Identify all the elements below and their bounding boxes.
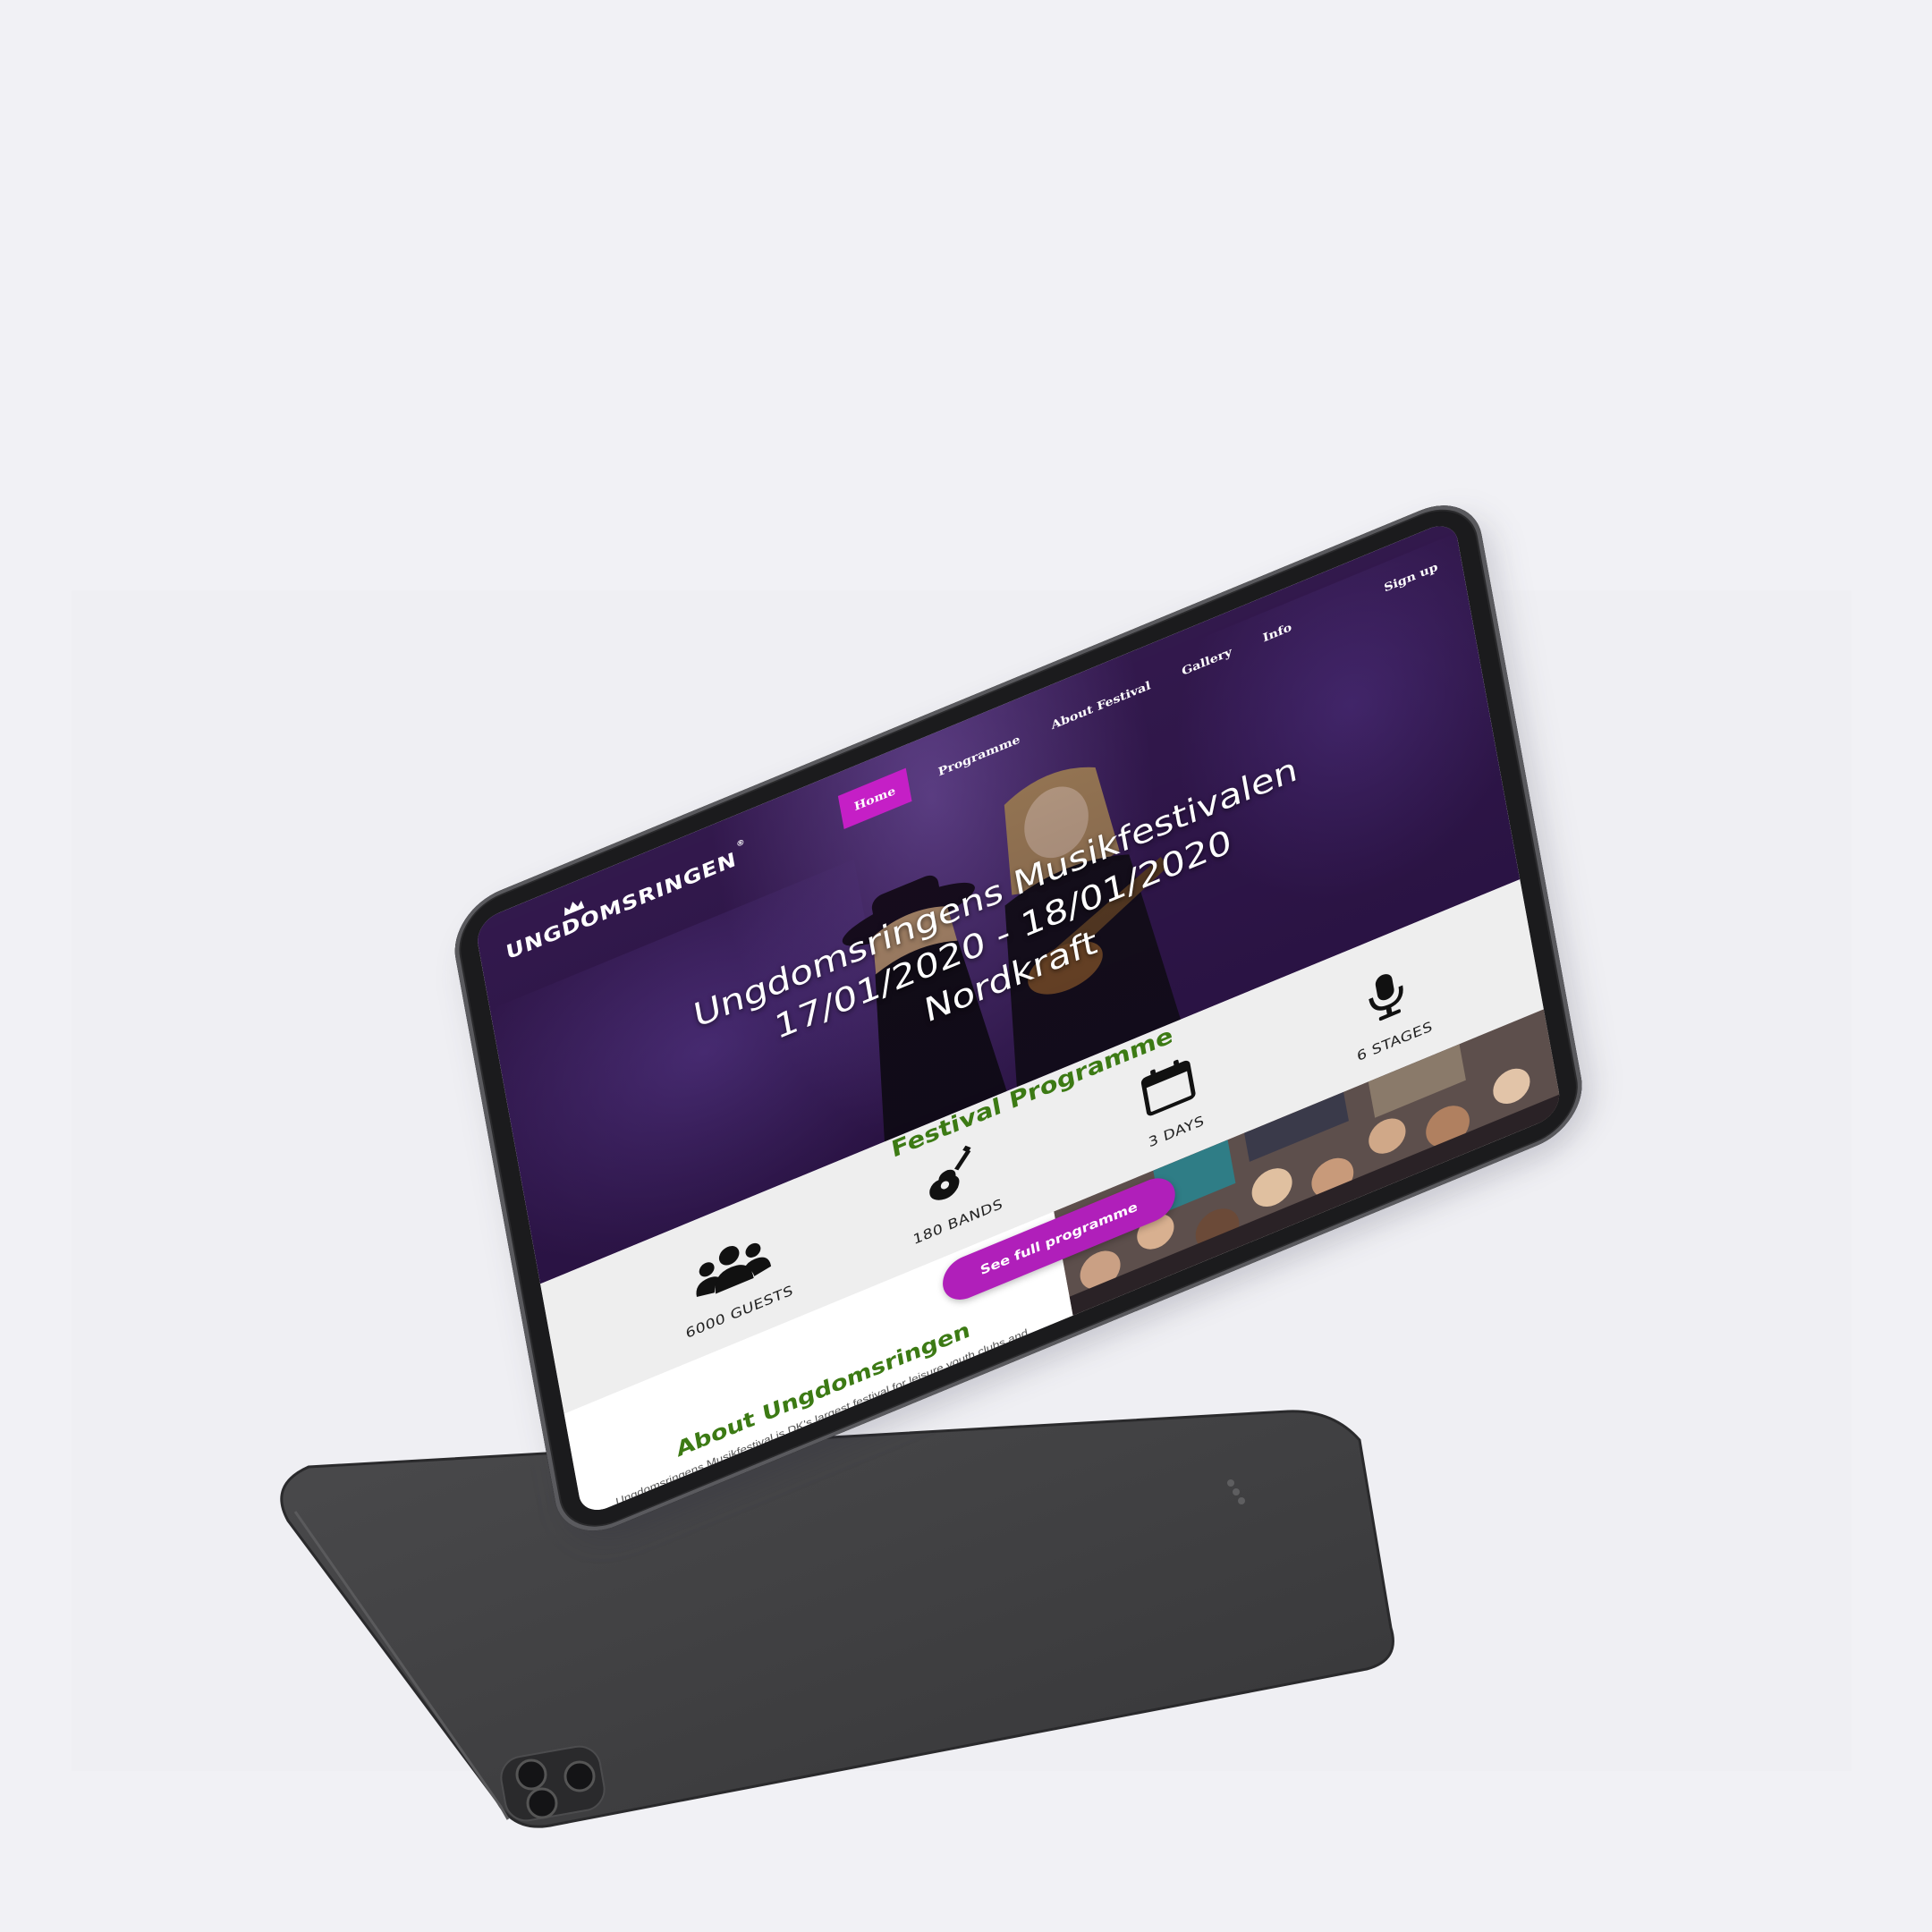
- nav-item-info[interactable]: Info: [1259, 616, 1294, 648]
- registered-mark: ®: [735, 837, 747, 850]
- mockup-stage: UNGDOMSRINGEN ® Home Programme About Fes…: [0, 0, 1932, 1932]
- back-tablet-body: [280, 1410, 1394, 1828]
